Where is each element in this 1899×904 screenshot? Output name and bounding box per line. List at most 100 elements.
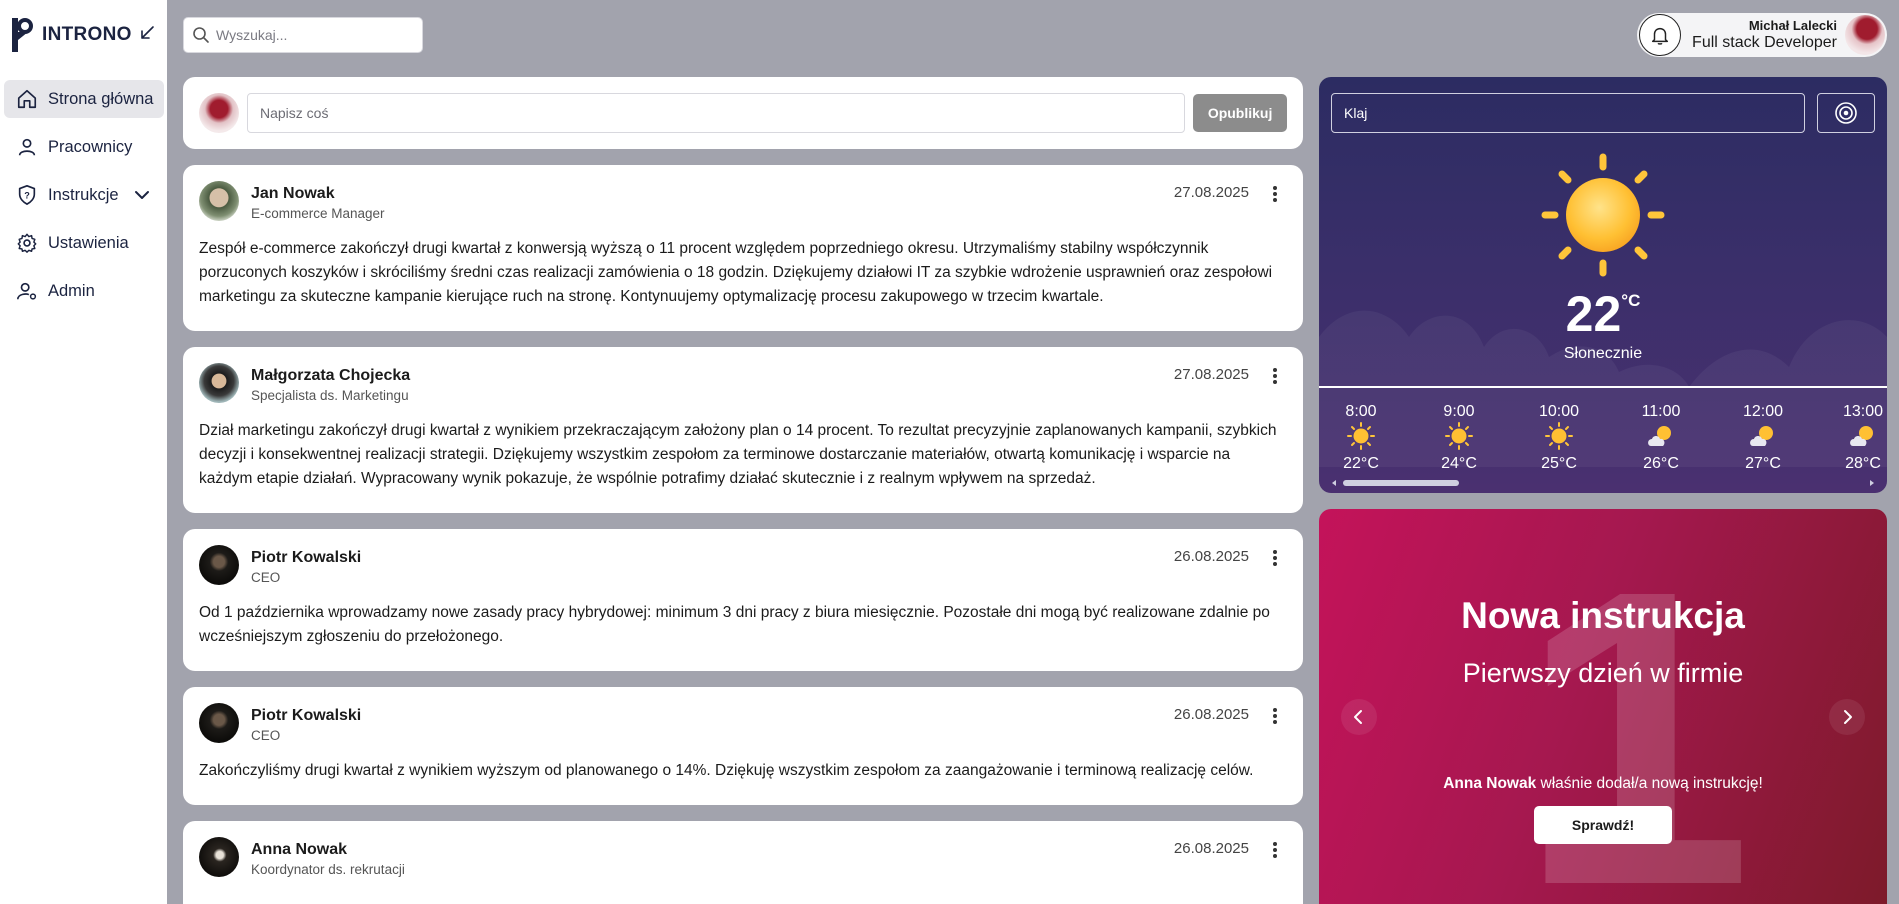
sidebar-item-home[interactable]: Strona główna [4, 80, 164, 118]
publish-button[interactable]: Opublikuj [1193, 94, 1287, 132]
post-author[interactable]: Małgorzata Chojecka [251, 367, 410, 385]
post-card: Małgorzata Chojecka Specjalista ds. Mark… [183, 347, 1303, 513]
avatar[interactable] [199, 363, 239, 403]
user-role: Full stack Developer [1692, 34, 1837, 51]
avatar[interactable] [199, 545, 239, 585]
post-menu-button[interactable] [1263, 364, 1287, 388]
sidebar-item-label: Admin [48, 281, 95, 300]
search-icon [193, 27, 209, 43]
instruction-author: Anna Nowak [1443, 775, 1537, 792]
carousel-next-button[interactable] [1829, 699, 1865, 735]
avatar[interactable] [199, 837, 239, 877]
post-menu-button[interactable] [1263, 546, 1287, 570]
post-menu-button[interactable] [1263, 704, 1287, 728]
post-date: 27.08.2025 [1173, 184, 1249, 201]
more-vertical-icon [1273, 708, 1277, 724]
search-input[interactable] [216, 27, 406, 43]
post-author-position: Koordynator ds. rekrutacji [251, 862, 405, 877]
user-icon [18, 138, 36, 156]
post-input[interactable] [247, 93, 1186, 133]
instruction-subtitle[interactable]: Pierwszy dzień w firmie [1319, 658, 1887, 689]
post-body: Od 1 października wprowadzamy nowe zasad… [199, 604, 1270, 645]
sidebar-item-settings[interactable]: Ustawienia [4, 224, 164, 262]
more-vertical-icon [1273, 186, 1277, 202]
chevron-right-icon [1844, 710, 1852, 724]
search-box[interactable] [183, 17, 423, 53]
hourly-item: 12:00 27°C [1742, 403, 1784, 472]
sun-icon [1545, 422, 1573, 450]
post-author[interactable]: Anna Nowak [251, 841, 405, 859]
city-input[interactable] [1331, 93, 1805, 133]
sun-icon [1445, 422, 1473, 450]
user-panel: Michał Lalecki Full stack Developer [1637, 13, 1887, 57]
more-vertical-icon [1273, 550, 1277, 566]
hourly-scrollbar[interactable] [1331, 480, 1875, 486]
instruction-title: Nowa instrukcja [1461, 595, 1745, 636]
divider [1319, 386, 1887, 388]
bell-icon [1651, 27, 1669, 45]
avatar[interactable] [1845, 15, 1885, 55]
svg-text:?: ? [24, 191, 30, 201]
post-body: Zakończyliśmy drugi kwartał z wynikiem w… [199, 762, 1254, 779]
instruction-number: 1 [1519, 509, 1753, 904]
weather-widget: 22°C Słonecznie 8:00 22°C 9:00 24°C 10:0… [1319, 77, 1887, 493]
sidebar-item-admin[interactable]: Admin [4, 272, 164, 310]
post-date: 26.08.2025 [1173, 706, 1249, 723]
user-name: Michał Lalecki [1748, 18, 1837, 33]
sidebar-item-label: Pracownicy [48, 137, 133, 156]
user-info[interactable]: Michał Lalecki Full stack Developer [1692, 18, 1837, 52]
post-menu-button[interactable] [1263, 838, 1287, 862]
partly-cloudy-icon [1850, 426, 1873, 446]
hourly-forecast[interactable]: 8:00 22°C 9:00 24°C 10:00 25°C 11:00 26°… [1319, 403, 1887, 473]
post-author-position: Specjalista ds. Marketingu [251, 388, 409, 403]
sidebar-item-employees[interactable]: Pracownicy [4, 128, 164, 166]
more-vertical-icon [1273, 368, 1277, 384]
temperature: 22°C [1565, 286, 1641, 342]
sidebar-item-label: Strona główna [48, 89, 154, 108]
logo[interactable]: INTRONO [12, 16, 132, 54]
collapse-sidebar-icon[interactable] [138, 24, 156, 42]
sidebar: INTRONO Strona główna Pracownicy ? Instr… [0, 0, 167, 904]
avatar[interactable] [199, 181, 239, 221]
logo-text: INTRONO [42, 24, 132, 45]
post-card: Piotr Kowalski CEO 26.08.2025 Zakończyli… [183, 687, 1303, 805]
post-date: 26.08.2025 [1173, 548, 1249, 565]
sidebar-item-label: Instrukcje [48, 185, 119, 204]
check-instruction-button[interactable]: Sprawdź! [1534, 806, 1672, 844]
post-card: Anna Nowak Koordynator ds. rekrutacji 26… [183, 821, 1303, 904]
post-author[interactable]: Jan Nowak [251, 185, 385, 203]
notifications-button[interactable] [1639, 14, 1681, 56]
chevron-left-icon [1354, 710, 1362, 724]
post-author-position: CEO [251, 728, 281, 743]
post-author[interactable]: Piotr Kowalski [251, 549, 361, 567]
chevron-down-icon[interactable] [133, 186, 151, 204]
post-card: Piotr Kowalski CEO 26.08.2025 Od 1 paźdz… [183, 529, 1303, 671]
weather-condition: Słonecznie [1563, 345, 1643, 362]
locate-button[interactable] [1817, 93, 1875, 133]
target-icon [1835, 102, 1857, 124]
post-body: Dział marketingu zakończył drugi kwartał… [199, 422, 1277, 487]
hourly-item: 11:00 26°C [1641, 403, 1681, 472]
post-date: 27.08.2025 [1173, 366, 1249, 383]
scroll-thumb[interactable] [1343, 480, 1459, 486]
hourly-item: 13:00 28°C [1842, 403, 1884, 472]
new-instruction-card: 1 Nowa instrukcja Pierwszy dzień w firmi… [1319, 509, 1887, 904]
instruction-note: Anna Nowak właśnie dodał/a nową instrukc… [1443, 775, 1763, 792]
sidebar-item-label: Ustawienia [48, 233, 129, 252]
post-menu-button[interactable] [1263, 182, 1287, 206]
post-date: 26.08.2025 [1173, 840, 1249, 857]
post-author-position: CEO [251, 570, 281, 585]
carousel-prev-button[interactable] [1341, 699, 1377, 735]
sidebar-item-instructions[interactable]: ? Instrukcje [4, 176, 164, 214]
post-author[interactable]: Piotr Kowalski [251, 707, 361, 725]
scroll-left-icon[interactable] [1331, 480, 1337, 486]
partly-cloudy-icon [1750, 426, 1773, 446]
hourly-item: 10:00 25°C [1538, 403, 1580, 472]
user-gear-icon [17, 282, 37, 300]
scroll-right-icon[interactable] [1869, 480, 1875, 486]
avatar[interactable] [199, 703, 239, 743]
avatar [199, 93, 239, 133]
post-composer: Opublikuj [183, 77, 1303, 149]
home-icon [17, 89, 37, 109]
gear-icon [17, 233, 37, 253]
